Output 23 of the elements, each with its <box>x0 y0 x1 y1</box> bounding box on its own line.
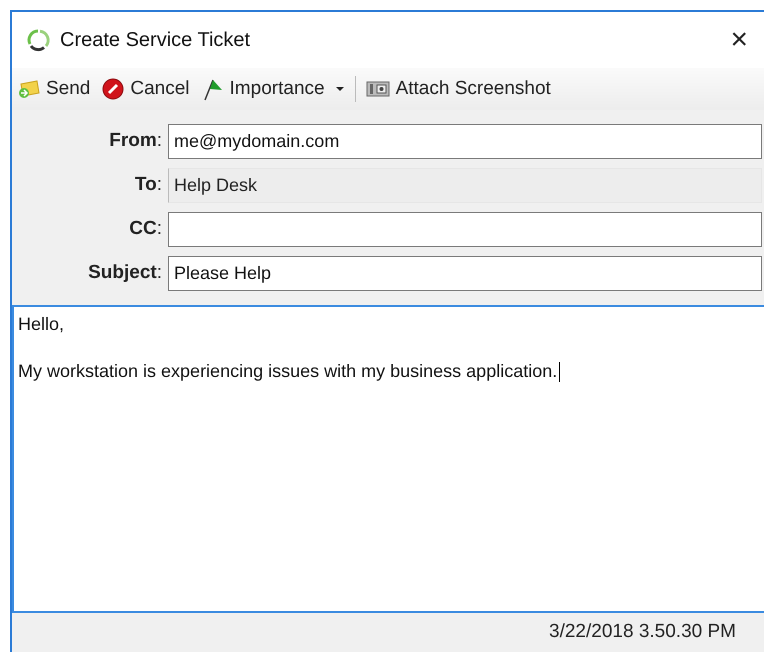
input-field[interactable] <box>168 212 762 247</box>
field-label: To: <box>134 173 162 198</box>
status-timestamp: 3/22/2018 3.50.30 PM <box>549 620 736 644</box>
camera-icon <box>366 80 390 98</box>
cancel-button[interactable]: Cancel <box>100 74 192 104</box>
body-text: My workstation is experiencing issues with my business application. <box>18 358 760 385</box>
input-field[interactable]: Please Help <box>168 256 762 291</box>
stop-icon <box>102 78 124 100</box>
window-title: Create Service Ticket <box>60 28 250 53</box>
field-label: CC: <box>128 217 162 242</box>
envelope-icon <box>18 79 40 99</box>
importance-button[interactable]: Importance <box>200 74 347 104</box>
body-text: Hello, <box>18 313 66 336</box>
message-body[interactable]: Hello, My workstation is experiencing issues with my business application. <box>12 305 764 613</box>
send-button[interactable]: Send <box>16 74 92 104</box>
dropdown-caret-icon <box>334 86 345 92</box>
input-field[interactable]: me@mydomain.com <box>168 124 762 159</box>
screenshot-button[interactable]: Attach Screenshot <box>364 74 553 104</box>
ring-logo-icon <box>26 28 50 52</box>
close-button[interactable]: × <box>722 25 756 55</box>
flag-icon <box>202 77 224 101</box>
field-label: From: <box>108 129 162 154</box>
field-label: Subject: <box>87 261 162 286</box>
